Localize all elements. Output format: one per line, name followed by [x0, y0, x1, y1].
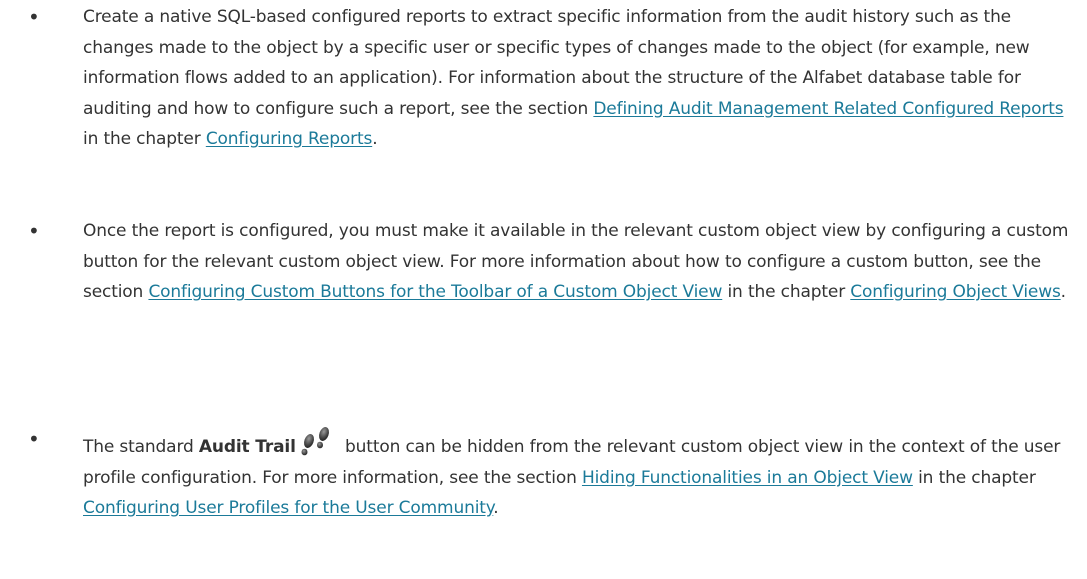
paragraph: The standard Audit Trail button can be h… [83, 424, 1078, 524]
link-configuring-user-profiles[interactable]: Configuring User Profiles for the User C… [83, 498, 493, 518]
link-hiding-functionalities[interactable]: Hiding Functionalities in an Object View [582, 468, 913, 488]
paragraph: Create a native SQL-based configured rep… [83, 7, 1064, 149]
audit-trail-label: Audit Trail [198, 437, 296, 457]
link-configuring-object-views[interactable]: Configuring Object Views [850, 282, 1061, 302]
link-configuring-custom-buttons[interactable]: Configuring Custom Buttons for the Toolb… [148, 282, 722, 302]
link-configuring-reports[interactable]: Configuring Reports [206, 129, 373, 149]
audit-trail-footprints-icon [298, 424, 334, 458]
paragraph: Once the report is configured, you must … [83, 221, 1069, 302]
bullet: • [28, 5, 40, 29]
link-defining-audit-management-reports[interactable]: Defining Audit Management Related Config… [593, 99, 1063, 119]
bullet: • [28, 219, 40, 243]
bullet: • [28, 427, 40, 451]
